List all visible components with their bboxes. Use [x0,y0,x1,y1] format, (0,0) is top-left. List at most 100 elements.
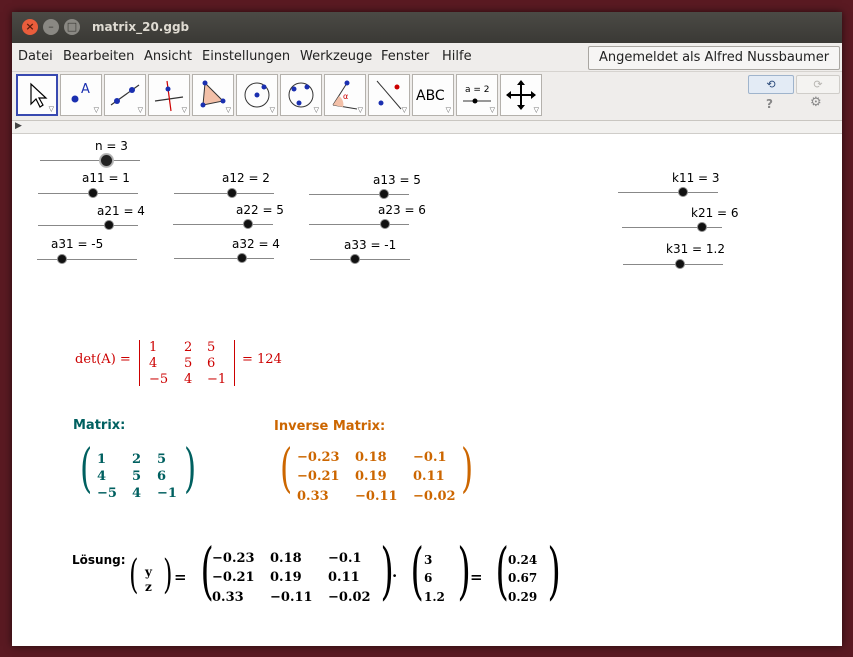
slider-a22-label: a22 = 5 [236,203,284,217]
inverse-cell: 0.18 [355,450,387,465]
slider-tool-icon[interactable]: a = 2 ▽ [456,74,498,116]
matrix-cell: 4 [97,469,107,484]
var-paren-right: ) [163,552,173,598]
slider-a21-label: a21 = 4 [97,204,145,218]
det-cell: 5 [207,340,216,355]
window-title: matrix_20.ggb [92,20,190,34]
det-label: det(A) = [75,352,131,367]
slider-k21-knob[interactable] [697,222,707,232]
det-cell: 5 [184,356,193,371]
slider-a33-label: a33 = -1 [344,238,397,252]
maximize-icon[interactable]: □ [64,19,80,35]
angle-tool-icon[interactable]: α ▽ [324,74,366,116]
multiply-dot: · [392,567,398,585]
slider-k11-knob[interactable] [678,187,688,197]
menu-datei[interactable]: Datei [18,49,53,64]
move-graphics-tool-icon[interactable]: ▽ [500,74,542,116]
det-cell: −1 [207,372,227,387]
minimize-icon[interactable]: – [43,19,59,35]
solution-inverse-cell: 0.19 [270,570,302,585]
circle-three-points-tool-icon[interactable]: ▽ [280,74,322,116]
result-cell: 0.29 [508,590,538,604]
slider-a11[interactable] [38,188,138,198]
slider-k21[interactable] [622,222,722,232]
det-cell: 2 [184,340,193,355]
slider-a33[interactable] [310,254,410,264]
slider-a13-knob[interactable] [379,189,389,199]
slider-a31[interactable] [37,254,137,264]
slider-a23[interactable] [309,219,409,229]
menu-fenster[interactable]: Fenster [381,49,429,64]
matrix-cell: 5 [132,469,142,484]
slider-a32[interactable] [174,253,274,263]
slider-n-knob[interactable] [100,154,113,167]
slider-a31-knob[interactable] [57,254,67,264]
close-icon[interactable]: × [22,19,38,35]
slider-a33-knob[interactable] [350,254,360,264]
svg-text:α: α [343,92,348,101]
slider-a22[interactable] [173,219,273,229]
slider-k31[interactable] [623,259,723,269]
vector-cell: 3 [424,553,433,567]
menu-ansicht[interactable]: Ansicht [144,49,192,64]
matrix-cell: 1 [97,452,107,467]
slider-a23-knob[interactable] [380,219,390,229]
slider-a11-knob[interactable] [88,188,98,198]
slider-k31-knob[interactable] [675,259,685,269]
equals-sign: = [174,568,187,586]
slider-k11-label: k11 = 3 [672,171,720,185]
inverse-cell: −0.23 [297,450,340,465]
undo-button[interactable]: ⟲ [748,75,794,94]
inverse-cell: 0.11 [413,469,445,484]
slider-n[interactable] [40,154,140,167]
inverse-cell: 0.33 [297,489,329,504]
expand-arrow-icon[interactable]: ▶ [15,121,22,131]
menu-einstellungen[interactable]: Einstellungen [202,49,290,64]
polygon-tool-icon[interactable]: ▽ [192,74,234,116]
slider-k21-label: k21 = 6 [691,206,739,220]
slider-a32-knob[interactable] [237,253,247,263]
settings-icon[interactable]: ⚙ [810,95,822,110]
inverse-paren-left: ( [280,439,293,499]
matrix-cell: −5 [97,486,117,501]
text-tool-icon[interactable]: ABC ▽ [412,74,454,116]
line-tool-icon[interactable]: ▽ [104,74,146,116]
redo-button[interactable]: ⟳ [796,75,840,94]
matrix-cell: −1 [157,486,177,501]
det-cell: 4 [149,356,158,371]
point-tool-icon[interactable]: A ▽ [60,74,102,116]
slider-a21-knob[interactable] [104,220,114,230]
slider-a13[interactable] [309,189,409,199]
det-cell: 1 [149,340,158,355]
slider-a22-knob[interactable] [243,219,253,229]
slider-a21[interactable] [38,220,138,230]
help-icon[interactable]: ? [766,97,773,111]
input-bar-toggle[interactable]: ▶ [12,121,842,134]
solution-inverse-cell: −0.11 [270,590,313,605]
login-button[interactable]: Angemeldet als Alfred Nussbaumer [588,46,840,70]
menu-hilfe[interactable]: Hilfe [442,49,472,64]
graphics-view[interactable]: n = 3 a11 = 1 a12 = 2 a13 = 5 a21 = 4 a2… [12,134,842,646]
slider-k31-label: k31 = 1.2 [666,242,725,256]
slider-a31-label: a31 = -5 [51,237,104,251]
slider-a12-knob[interactable] [227,188,237,198]
solution-var: z [145,580,152,594]
menu-bearbeiten[interactable]: Bearbeiten [63,49,134,64]
circle-tool-icon[interactable]: ▽ [236,74,278,116]
perpendicular-tool-icon[interactable]: ▽ [148,74,190,116]
slider-a23-label: a23 = 6 [378,203,426,217]
move-tool-icon[interactable]: ▽ [16,74,58,116]
det-cell: 4 [184,372,193,387]
vector-paren-left: ( [410,534,424,607]
solution-inverse-cell: 0.18 [270,551,302,566]
equals-sign: = [470,568,483,586]
menu-werkzeuge[interactable]: Werkzeuge [300,49,372,64]
slider-k11[interactable] [618,187,718,197]
det-result: = 124 [242,352,282,367]
inverse-cell: −0.1 [413,450,447,465]
slider-a13-label: a13 = 5 [373,173,421,187]
slider-a12[interactable] [174,188,274,198]
inverse-cell: −0.11 [355,489,398,504]
reflect-tool-icon[interactable]: ▽ [368,74,410,116]
solution-label: Lösung: [72,553,126,567]
